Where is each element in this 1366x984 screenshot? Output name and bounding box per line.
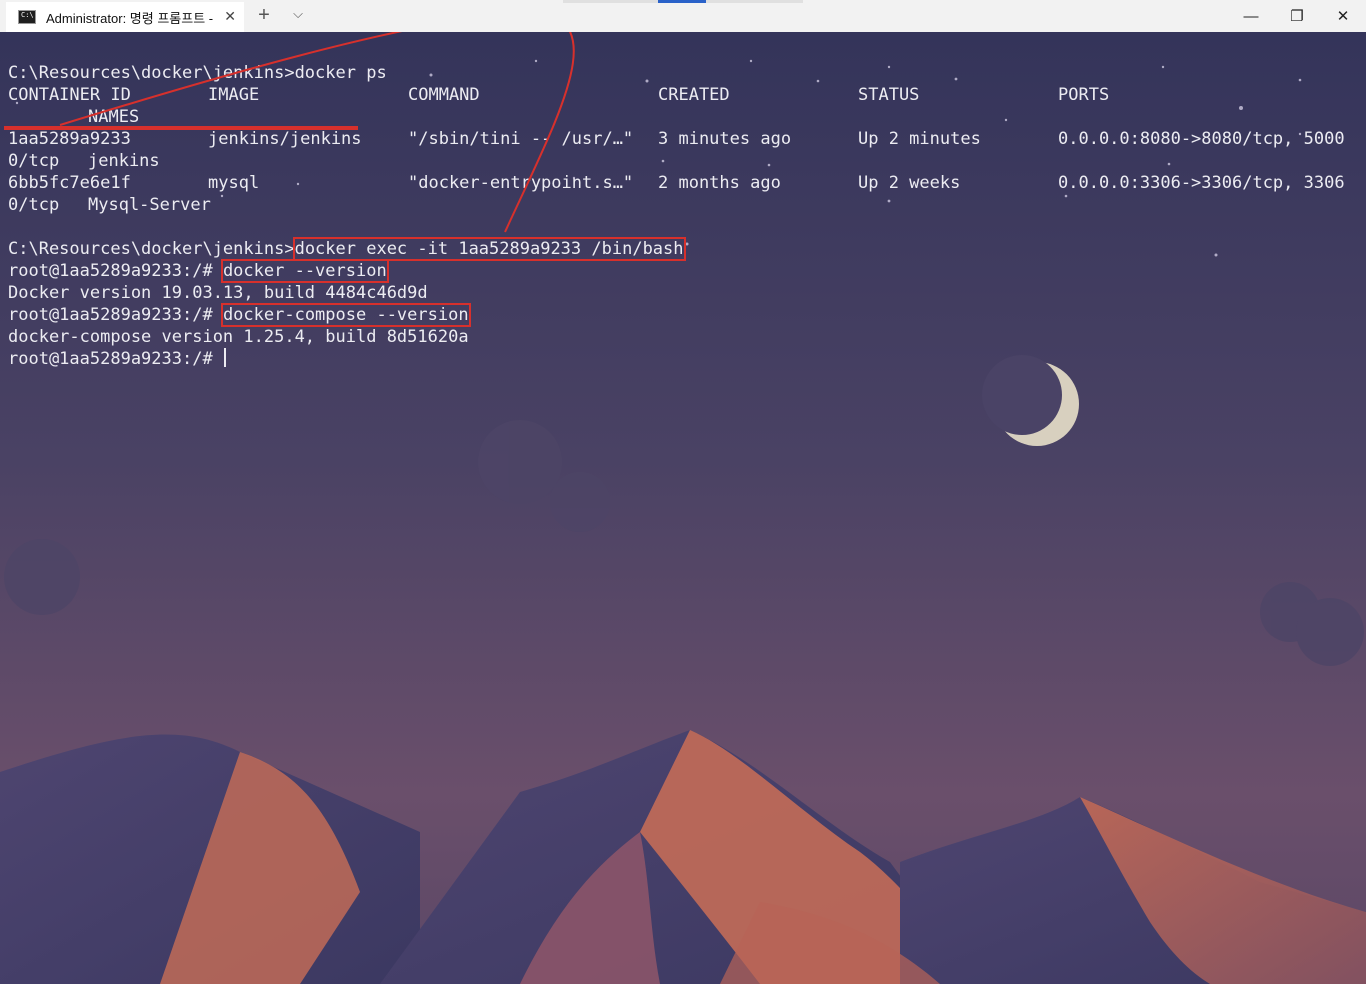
tab-title: Administrator: 명령 프롬프트 - bbox=[46, 10, 214, 26]
row-container-id: 1aa5289a9233 bbox=[8, 129, 131, 149]
row-ports-cont: 0/tcp bbox=[8, 195, 60, 215]
terminal-tab[interactable]: Administrator: 명령 프롬프트 - ✕ bbox=[6, 2, 244, 32]
exec-command: docker exec -it 1aa5289a9233 /bin/bash bbox=[292, 237, 686, 261]
table-header: CONTAINER ID IMAGE COMMAND CREATED STATU… bbox=[8, 84, 1109, 106]
row-status: Up 2 weeks bbox=[858, 173, 961, 193]
terminal-output: C:\Resources\docker\jenkins>docker ps CO… bbox=[8, 62, 1345, 370]
tab-loading-fill bbox=[658, 0, 706, 3]
compose-version-command: docker-compose --version bbox=[220, 303, 471, 327]
table-row: 1aa5289a9233 jenkins/jenkins "/sbin/tini… bbox=[8, 128, 1345, 150]
text-cursor bbox=[223, 348, 226, 367]
header-created: CREATED bbox=[658, 85, 730, 105]
restore-button[interactable]: ❐ bbox=[1274, 0, 1320, 32]
row-ports: 0.0.0.0:3306->3306/tcp, 3306 bbox=[1058, 173, 1345, 193]
prompt-path: C:\Resources\docker\jenkins> bbox=[8, 239, 295, 259]
row-command: "docker-entrypoint.s…" bbox=[408, 173, 634, 193]
row-created: 3 minutes ago bbox=[658, 129, 792, 149]
output-line: Docker version 19.03.13, build 4484c46d9… bbox=[8, 283, 428, 303]
root-prompt: root@1aa5289a9233:/# bbox=[8, 261, 223, 281]
row-container-id: 6bb5fc7e6e1f bbox=[8, 173, 131, 193]
row-ports-cont: 0/tcp bbox=[8, 151, 60, 171]
table-row-wrap: 0/tcp jenkins bbox=[8, 150, 684, 172]
header-image: IMAGE bbox=[208, 85, 260, 105]
command-line: C:\Resources\docker\jenkins>docker exec … bbox=[8, 237, 686, 261]
row-image: mysql bbox=[208, 173, 260, 193]
table-row: 6bb5fc7e6e1f mysql "docker-entrypoint.s…… bbox=[8, 172, 1345, 194]
row-image: jenkins/jenkins bbox=[208, 129, 362, 149]
header-command: COMMAND bbox=[408, 85, 480, 105]
docker-version-command: docker --version bbox=[220, 259, 389, 283]
cmd-icon bbox=[18, 10, 36, 24]
chevron-down-icon[interactable]: ⌵ bbox=[288, 6, 308, 22]
row-name: jenkins bbox=[88, 151, 160, 171]
root-prompt: root@1aa5289a9233:/# bbox=[8, 349, 223, 369]
command-line: C:\Resources\docker\jenkins>docker ps bbox=[8, 63, 387, 83]
header-ports: PORTS bbox=[1058, 85, 1110, 105]
command-line: root@1aa5289a9233:/# docker --version bbox=[8, 259, 684, 283]
row-status: Up 2 minutes bbox=[858, 129, 981, 149]
command-line: root@1aa5289a9233:/# docker-compose --ve… bbox=[8, 303, 684, 327]
input-line[interactable]: root@1aa5289a9233:/# bbox=[8, 348, 684, 370]
close-tab-icon[interactable]: ✕ bbox=[224, 8, 236, 24]
output-line: docker-compose version 1.25.4, build 8d5… bbox=[8, 327, 469, 347]
close-button[interactable]: ✕ bbox=[1320, 0, 1366, 32]
row-name: Mysql-Server bbox=[88, 195, 211, 215]
table-header-wrap: NAMES bbox=[8, 106, 684, 128]
header-status: STATUS bbox=[858, 85, 920, 105]
header-names: NAMES bbox=[88, 107, 140, 127]
minimize-button[interactable]: — bbox=[1228, 0, 1274, 32]
row-command: "/sbin/tini -- /usr/…" bbox=[408, 129, 634, 149]
row-created: 2 months ago bbox=[658, 173, 781, 193]
terminal-pane[interactable]: C:\Resources\docker\jenkins>docker ps CO… bbox=[0, 32, 1366, 984]
table-row-wrap: 0/tcp Mysql-Server bbox=[8, 194, 684, 216]
tab-loading-indicator bbox=[563, 0, 803, 3]
title-bar: Administrator: 명령 프롬프트 - ✕ + ⌵ — ❐ ✕ bbox=[0, 0, 1366, 32]
header-container-id: CONTAINER ID bbox=[8, 85, 131, 105]
new-tab-button[interactable]: + bbox=[252, 4, 276, 26]
root-prompt: root@1aa5289a9233:/# bbox=[8, 305, 223, 325]
row-ports: 0.0.0.0:8080->8080/tcp, 5000 bbox=[1058, 129, 1345, 149]
